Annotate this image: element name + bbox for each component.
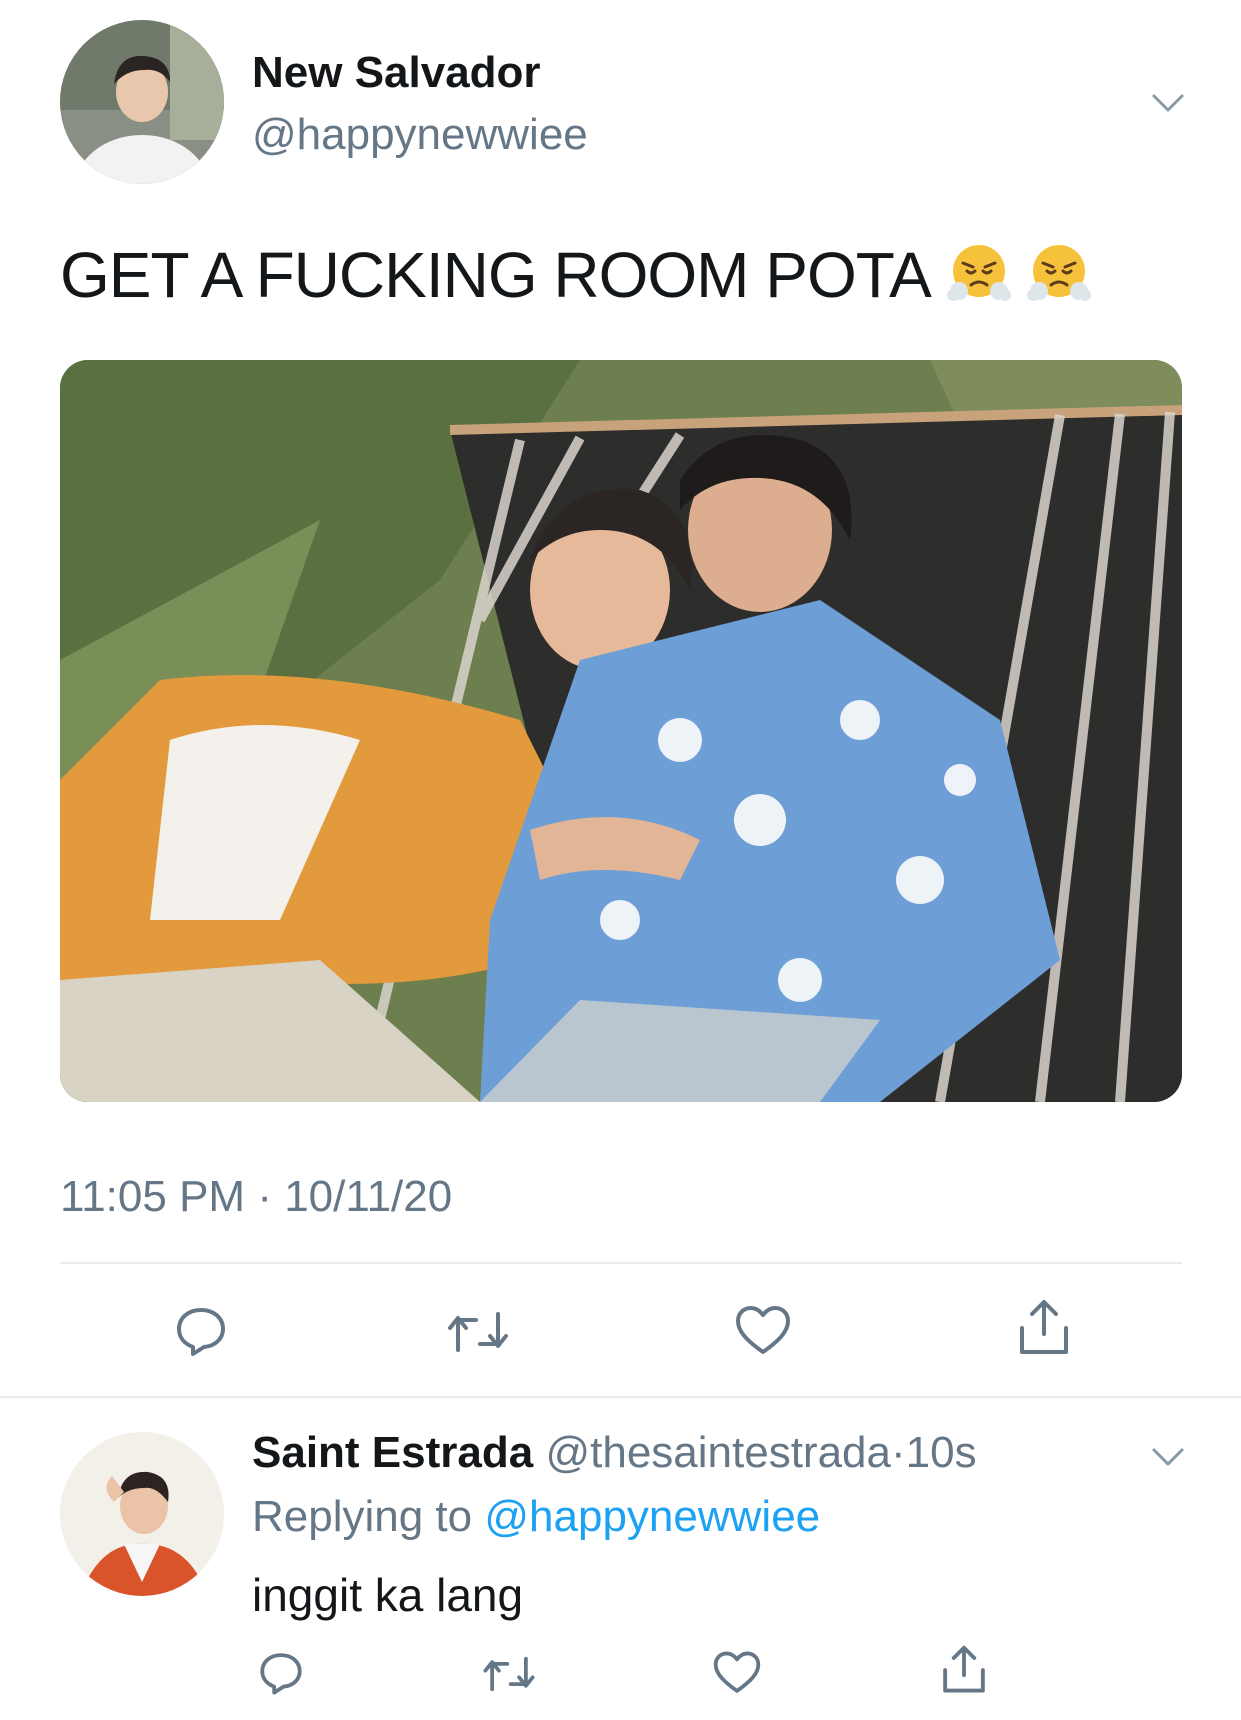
reply-author-name[interactable]: Saint Estrada [252, 1428, 533, 1477]
retweet-icon[interactable] [482, 1652, 536, 1696]
tweet-photo[interactable] [60, 360, 1182, 1102]
tweet-date: 10/11/20 [284, 1172, 453, 1221]
steam-from-nose-emoji-icon [1026, 241, 1091, 305]
author-handle[interactable]: @happynewwiee [252, 110, 588, 160]
steam-from-nose-emoji-icon [946, 241, 1011, 305]
divider [0, 1396, 1241, 1398]
tweet-text: GET A FUCKING ROOM POTA [60, 238, 1091, 312]
retweet-icon[interactable] [446, 1306, 510, 1358]
author-name[interactable]: New Salvador [252, 48, 541, 98]
reply-author-handle[interactable]: @thesaintestrada [545, 1428, 891, 1477]
share-icon[interactable] [1016, 1298, 1072, 1358]
replying-to: Replying to @happynewwiee [252, 1492, 820, 1542]
reply-header: Saint Estrada @thesaintestrada·10s [252, 1428, 977, 1478]
tweet-timestamp[interactable]: 11:05 PM · 10/11/20 [60, 1172, 452, 1222]
reply-age[interactable]: 10s [906, 1428, 977, 1477]
timestamp-separator: · [257, 1172, 272, 1221]
like-icon[interactable] [712, 1650, 762, 1696]
author-avatar[interactable] [60, 20, 224, 184]
tweet-time: 11:05 PM [60, 1172, 246, 1221]
chevron-down-icon[interactable] [1148, 82, 1188, 127]
replying-to-label: Replying to [252, 1492, 473, 1541]
reply-text: inggit ka lang [252, 1569, 524, 1621]
share-icon[interactable] [940, 1644, 988, 1696]
chevron-down-icon[interactable] [1148, 1436, 1188, 1481]
replying-to-handle[interactable]: @happynewwiee [484, 1492, 820, 1541]
divider [60, 1262, 1182, 1264]
reply-author-avatar[interactable] [60, 1432, 224, 1596]
like-icon[interactable] [734, 1304, 792, 1358]
reply-icon[interactable] [258, 1650, 304, 1696]
tweet-text-content: GET A FUCKING ROOM POTA [60, 239, 932, 311]
reply-separator: · [891, 1428, 906, 1477]
reply-icon[interactable] [174, 1304, 228, 1358]
